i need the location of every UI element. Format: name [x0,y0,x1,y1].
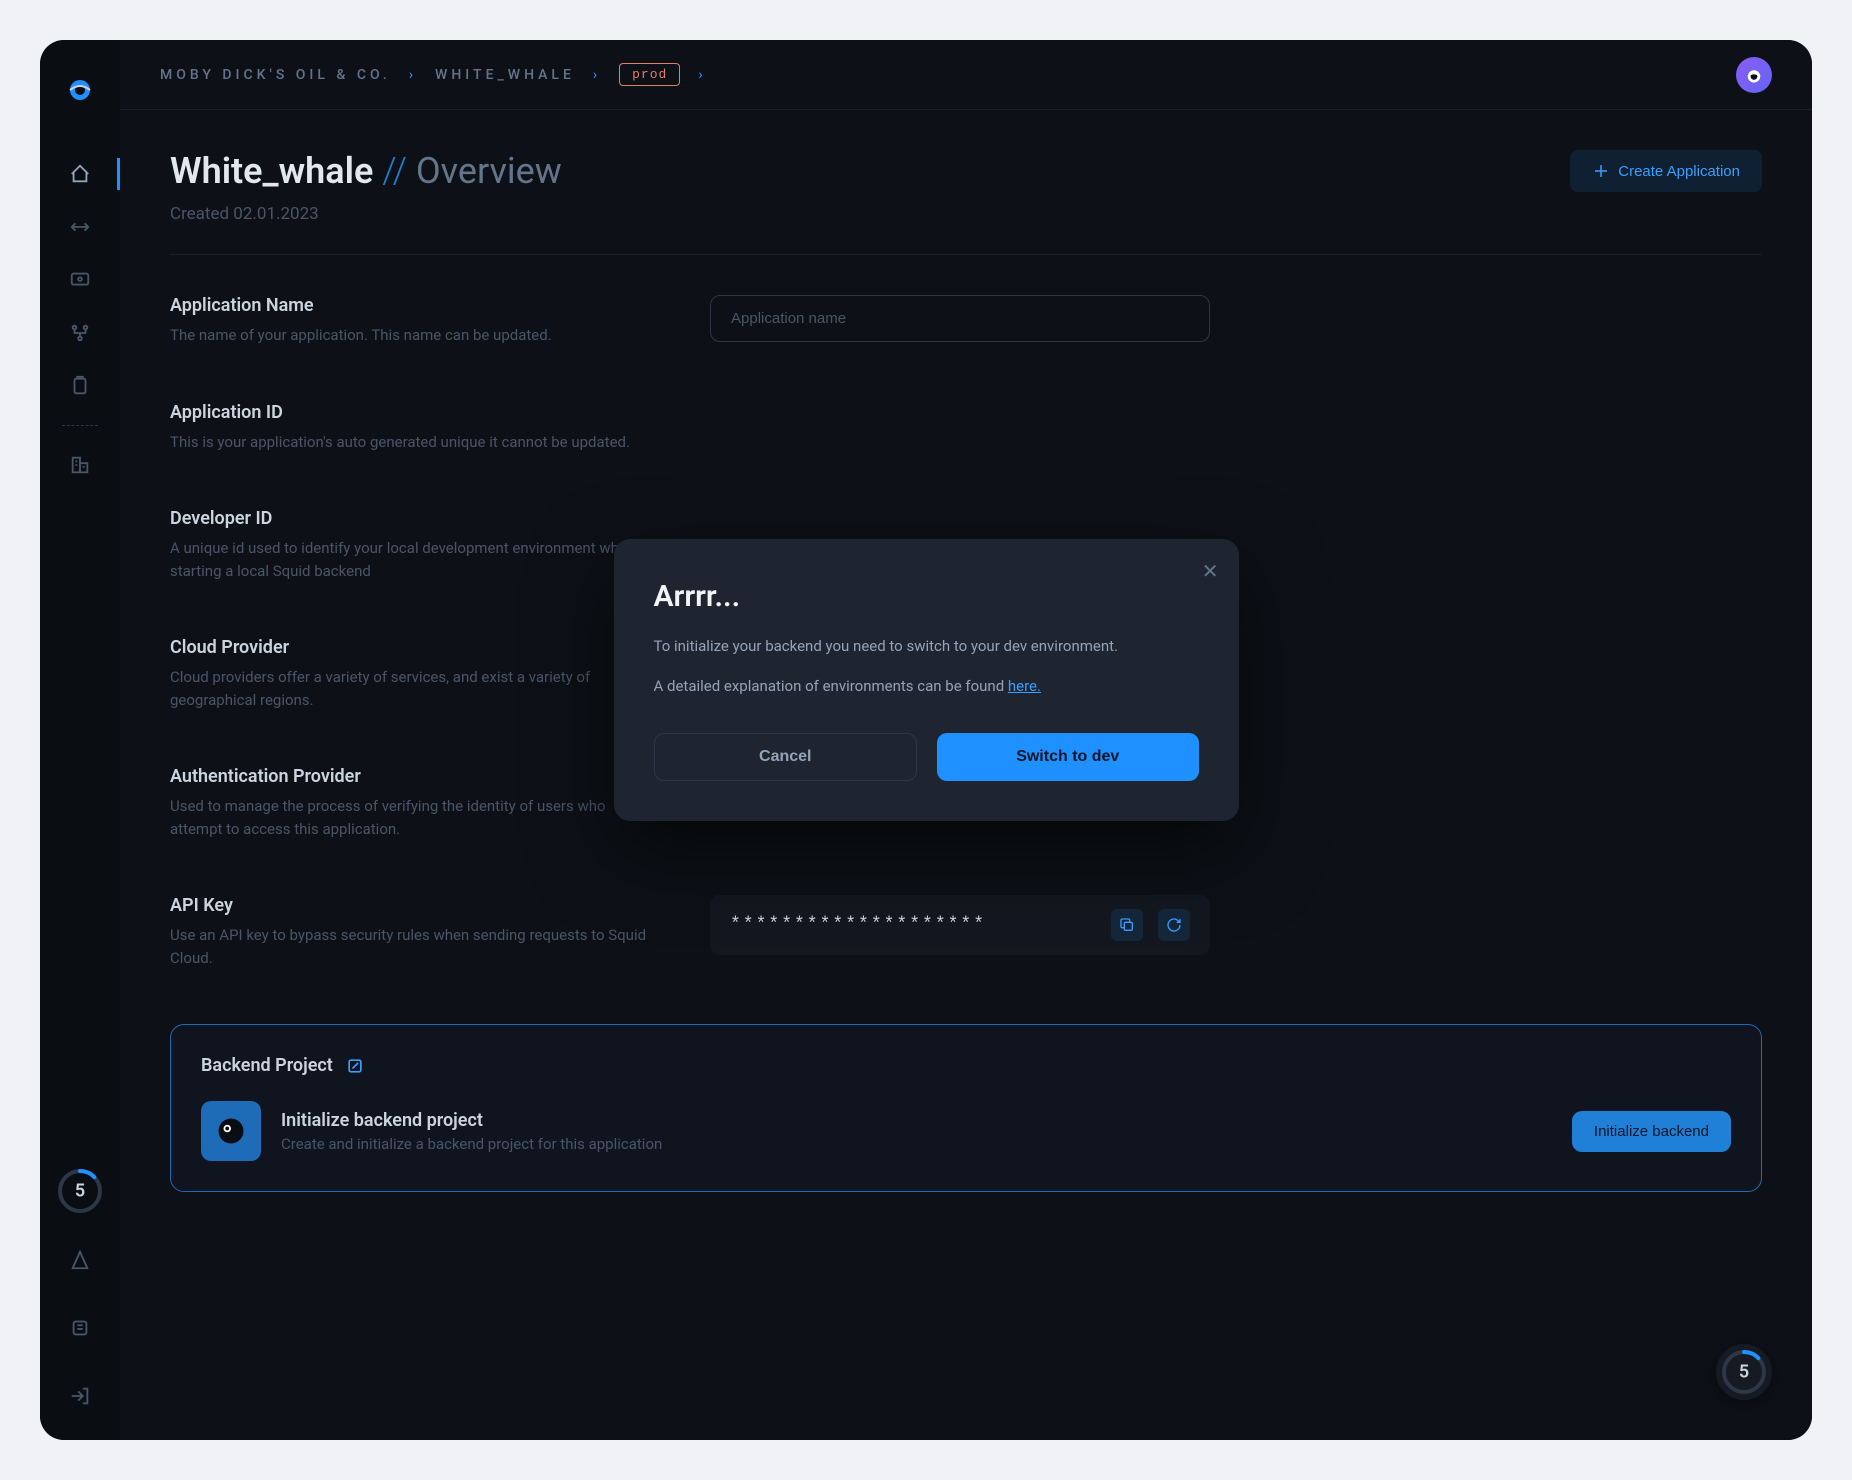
api-key-value: ******************** [730,915,1096,935]
topbar: MOBY DICK'S OIL & CO. › WHITE_WHALE › pr… [120,40,1812,110]
backend-init-title: Initialize backend project [281,1110,1552,1131]
dev-id-label: Developer ID [170,508,650,529]
copy-icon [1119,917,1135,933]
nav-items [40,150,120,489]
avatar[interactable] [1736,57,1772,93]
floating-progress[interactable]: 5 [1716,1344,1772,1400]
create-application-button[interactable]: Create Application [1570,150,1762,192]
plus-icon [1592,162,1610,180]
modal-close-button[interactable]: ✕ [1202,559,1219,584]
chevron-right-icon: › [698,67,706,83]
created-date: Created 02.01.2023 [170,204,562,224]
backend-header: Backend Project [201,1055,1731,1076]
nav-transfer[interactable] [40,203,120,251]
backend-panel: Backend Project Initialize backend proje… [170,1024,1762,1192]
env-badge[interactable]: prod [619,63,680,86]
logo-icon [60,70,100,110]
app-id-desc: This is your application's auto generate… [170,431,650,454]
sidebar: 5 [40,40,120,1440]
switch-to-dev-button[interactable]: Switch to dev [937,733,1199,781]
page-header: White_whale // Overview Created 02.01.20… [170,150,1762,255]
progress-value: 5 [75,1181,85,1202]
close-icon: ✕ [1202,561,1219,583]
breadcrumb-app[interactable]: WHITE_WHALE [435,67,575,83]
nav-building[interactable] [40,441,120,489]
float-progress-value: 5 [1739,1362,1749,1383]
modal: ✕ Arrrr... To initialize your backend yo… [614,539,1239,821]
backend-init-desc: Create and initialize a backend project … [281,1135,1552,1153]
modal-title: Arrrr... [654,579,1199,614]
api-key-box: ******************** [710,895,1210,955]
cancel-button[interactable]: Cancel [654,733,918,781]
cloud-desc: Cloud providers offer a variety of servi… [170,666,650,711]
refresh-icon [1166,917,1182,933]
form-row-app-id: Application ID This is your application'… [170,402,1762,454]
nav-monitor[interactable] [40,256,120,304]
initialize-backend-button[interactable]: Initialize backend [1572,1111,1731,1152]
sidebar-bottom: 5 [40,1166,120,1420]
modal-body: To initialize your backend you need to s… [654,634,1199,698]
form-row-api-key: API Key Use an API key to bypass securit… [170,895,1762,969]
app-id-label: Application ID [170,402,650,423]
nav-divider [62,425,98,426]
copy-button[interactable] [1111,909,1143,941]
api-key-desc: Use an API key to bypass security rules … [170,924,650,969]
dev-id-desc: A unique id used to identify your local … [170,537,650,582]
app-window: 5 MOBY DICK'S OIL & CO. › WHITE_WHALE › … [40,40,1812,1440]
nav-settings-2[interactable] [69,1304,91,1352]
page-title: White_whale // Overview [170,150,562,192]
backend-row: Initialize backend project Create and in… [201,1101,1731,1161]
app-name-input[interactable] [710,295,1210,342]
app-name-desc: The name of your application. This name … [170,324,650,347]
refresh-button[interactable] [1158,909,1190,941]
squid-icon [201,1101,261,1161]
api-key-label: API Key [170,895,650,916]
nav-branch[interactable] [40,309,120,357]
cloud-label: Cloud Provider [170,637,650,658]
nav-logout[interactable] [69,1372,91,1420]
nav-clipboard[interactable] [40,362,120,410]
link-icon [345,1056,365,1076]
form-row-app-name: Application Name The name of your applic… [170,295,1762,347]
breadcrumb-org[interactable]: MOBY DICK'S OIL & CO. [160,67,391,83]
nav-home[interactable] [40,150,120,198]
modal-actions: Cancel Switch to dev [654,733,1199,781]
app-name-label: Application Name [170,295,650,316]
modal-help-link[interactable]: here. [1008,677,1041,695]
auth-desc: Used to manage the process of verifying … [170,795,650,840]
breadcrumb: MOBY DICK'S OIL & CO. › WHITE_WHALE › pr… [160,63,707,86]
chevron-right-icon: › [409,67,417,83]
chevron-right-icon: › [593,67,601,83]
nav-settings-1[interactable] [69,1236,91,1284]
progress-circle-sidebar[interactable]: 5 [55,1166,105,1216]
auth-label: Authentication Provider [170,766,650,787]
